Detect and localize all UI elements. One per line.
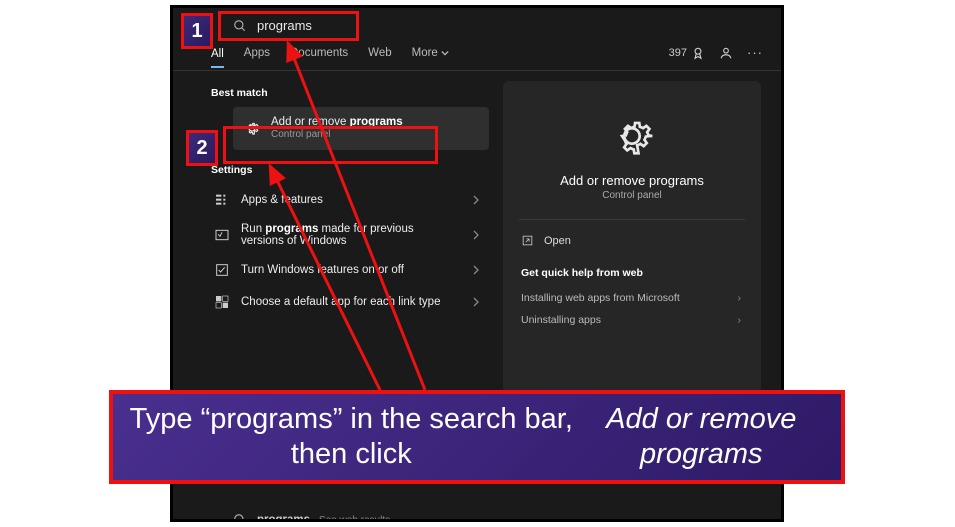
chevron-right-icon bbox=[471, 195, 481, 205]
tab-all[interactable]: All bbox=[211, 48, 224, 68]
gear-icon bbox=[243, 119, 261, 137]
annotation-banner: Type “programs” in the search bar, then … bbox=[109, 390, 845, 484]
setting-apps-features[interactable]: Apps & features bbox=[209, 184, 489, 216]
setting-label: Turn Windows features on or off bbox=[241, 264, 404, 276]
default-app-icon bbox=[213, 293, 231, 311]
divider bbox=[519, 219, 745, 220]
chevron-right-icon bbox=[471, 265, 481, 275]
setting-label: Run programs made for previous versions … bbox=[241, 223, 441, 247]
quick-help-heading: Get quick help from web bbox=[521, 267, 745, 279]
best-match-subtitle: Control panel bbox=[271, 129, 403, 142]
search-bar[interactable] bbox=[173, 8, 781, 37]
preview-title: Add or remove programs bbox=[519, 173, 745, 188]
open-icon bbox=[521, 234, 534, 247]
tab-more[interactable]: More bbox=[412, 47, 449, 59]
web-results-row[interactable]: programs - See web results bbox=[173, 507, 781, 522]
run-icon bbox=[213, 226, 231, 244]
gear-icon-large bbox=[609, 113, 655, 159]
annotation-step-2: 2 bbox=[186, 130, 218, 166]
best-match-heading: Best match bbox=[211, 87, 489, 99]
more-options-icon[interactable]: ··· bbox=[747, 45, 763, 60]
tab-documents[interactable]: Documents bbox=[290, 47, 348, 59]
annotation-step-1: 1 bbox=[181, 13, 213, 49]
chevron-down-icon bbox=[441, 49, 449, 57]
search-icon bbox=[233, 19, 247, 33]
setting-run-previous[interactable]: Run programs made for previous versions … bbox=[209, 216, 489, 254]
search-icon bbox=[233, 513, 247, 522]
tab-apps[interactable]: Apps bbox=[244, 47, 270, 59]
best-match-title: Add or remove programs bbox=[271, 115, 403, 129]
rewards-count[interactable]: 397 bbox=[669, 46, 705, 60]
chevron-right-icon bbox=[471, 230, 481, 240]
setting-windows-features[interactable]: Turn Windows features on or off bbox=[209, 254, 489, 286]
preview-subtitle: Control panel bbox=[519, 190, 745, 201]
setting-default-app[interactable]: Choose a default app for each link type bbox=[209, 286, 489, 318]
tab-web[interactable]: Web bbox=[368, 47, 391, 59]
setting-label: Apps & features bbox=[241, 194, 323, 206]
rewards-icon bbox=[691, 46, 705, 60]
features-icon bbox=[213, 261, 231, 279]
chevron-right-icon bbox=[471, 297, 481, 307]
open-action[interactable]: Open bbox=[519, 228, 745, 253]
best-match-result[interactable]: Add or remove programs Control panel bbox=[233, 107, 489, 150]
top-right-controls: 397 ··· bbox=[669, 45, 763, 60]
preview-pane: Add or remove programs Control panel Ope… bbox=[503, 81, 761, 443]
search-input[interactable] bbox=[257, 18, 757, 33]
account-icon[interactable] bbox=[719, 46, 733, 60]
apps-features-icon bbox=[213, 191, 231, 209]
quick-link-uninstall[interactable]: Uninstalling apps bbox=[519, 309, 745, 331]
quick-link-install[interactable]: Installing web apps from Microsoft bbox=[519, 287, 745, 309]
settings-heading: Settings bbox=[211, 164, 489, 176]
filter-tabs: All Apps Documents Web More 397 ··· bbox=[173, 37, 781, 71]
setting-label: Choose a default app for each link type bbox=[241, 296, 440, 308]
